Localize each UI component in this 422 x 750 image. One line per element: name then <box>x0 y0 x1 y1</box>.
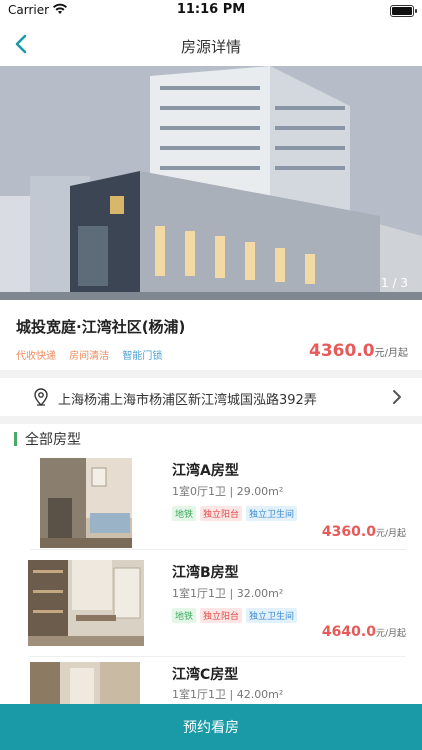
room-thumbnail <box>28 560 144 646</box>
page-title: 房源详情 <box>180 38 241 56</box>
room-price-value: 4360.0 <box>321 524 376 540</box>
property-tag: 房间清洁 <box>69 351 110 362</box>
divider <box>0 416 422 424</box>
room-thumbnail <box>40 458 132 548</box>
property-price-unit: 元/月起 <box>374 348 408 359</box>
room-price-unit: 元/月起 <box>375 529 406 539</box>
room-card[interactable]: 江湾B房型 1室1厅1卫 | 32.00m² 地铁 独立阳台 独立卫生间 464… <box>0 556 422 660</box>
room-tag: 独立卫生间 <box>246 506 298 521</box>
room-tag: 地铁 <box>172 608 197 623</box>
property-info: 城投宽庭·江湾社区(杨浦) 代收快递 房间清洁 智能门锁 4360.0元/月起 <box>0 300 422 370</box>
property-tag: 代收快递 <box>16 351 56 362</box>
room-card[interactable]: 江湾A房型 1室0厅1卫 | 29.00m² 地铁 独立阳台 独立卫生间 436… <box>0 452 422 556</box>
divider <box>30 656 406 657</box>
room-spec: 1室0厅1卫 | 29.00m² <box>172 485 284 498</box>
room-price-unit: 元/月起 <box>375 629 406 639</box>
room-price: 4360.0元/月起 <box>322 524 406 540</box>
room-tag: 独立阳台 <box>200 506 243 521</box>
room-name: 江湾C房型 <box>172 667 239 683</box>
building-photo <box>0 66 422 300</box>
status-bar: Carrier 11:16 PM <box>0 0 422 22</box>
carousel-counter: 1 / 3 <box>381 276 408 290</box>
location-pin-icon <box>34 388 48 406</box>
property-tags: 代收快递 房间清洁 智能门锁 <box>16 347 172 362</box>
room-price: 4640.0元/月起 <box>322 624 406 640</box>
room-spec: 1室1厅1卫 | 32.00m² <box>172 587 284 600</box>
room-tags: 地铁 独立阳台 独立卫生间 <box>172 506 298 521</box>
room-tags: 地铁 独立阳台 独立卫生间 <box>172 608 298 623</box>
room-spec: 1室1厅1卫 | 42.00m² <box>172 688 284 701</box>
room-name: 江湾A房型 <box>172 463 239 479</box>
clock-time: 11:16 PM <box>176 2 246 17</box>
address-row[interactable]: 上海杨浦上海市杨浦区新江湾城国泓路392弄 <box>0 378 422 416</box>
section-title: 全部房型 <box>14 431 81 448</box>
divider <box>0 370 422 378</box>
chevron-right-icon <box>393 390 401 404</box>
divider <box>30 549 406 550</box>
battery-icon <box>390 5 414 17</box>
property-name: 城投宽庭·江湾社区(杨浦) <box>16 318 186 336</box>
navigation-bar: 房源详情 <box>0 22 422 66</box>
room-tag: 独立卫生间 <box>246 608 298 623</box>
address-text: 上海杨浦上海市杨浦区新江湾城国泓路392弄 <box>58 393 317 408</box>
property-tag: 智能门锁 <box>122 351 163 362</box>
room-thumbnail <box>30 662 140 704</box>
property-price-value: 4360.0 <box>309 341 375 361</box>
room-name: 江湾B房型 <box>172 565 239 581</box>
room-price-value: 4640.0 <box>321 624 376 640</box>
section-title-bar <box>14 432 17 446</box>
room-tag: 地铁 <box>172 506 197 521</box>
property-price: 4360.0元/月起 <box>309 341 408 361</box>
room-tag: 独立阳台 <box>200 608 243 623</box>
section-title-label: 全部房型 <box>25 432 81 448</box>
book-viewing-button[interactable]: 预约看房 <box>0 704 422 750</box>
property-photo-carousel[interactable]: 1 / 3 <box>0 66 422 300</box>
